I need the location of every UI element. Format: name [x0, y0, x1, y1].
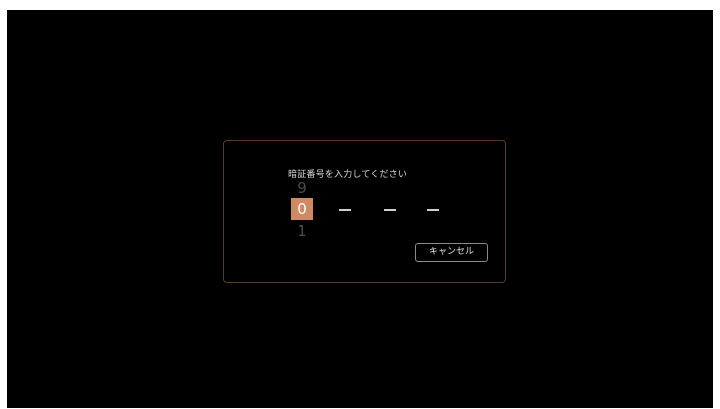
cancel-button[interactable]: キャンセル: [415, 243, 488, 262]
digit-placeholder-3: [384, 209, 396, 211]
tv-screen: 暗証番号を入力してください 9 0 1 キャンセル: [7, 10, 713, 408]
pin-entry-dialog: 暗証番号を入力してください 9 0 1 キャンセル: [223, 140, 506, 283]
digit-placeholder-2: [339, 209, 351, 211]
digit-option-previous: 9: [297, 179, 307, 197]
digit-selected[interactable]: 0: [291, 198, 313, 220]
digit-picker-1[interactable]: 9 0 1: [291, 179, 313, 240]
digit-option-next: 1: [297, 222, 307, 240]
digit-placeholder-4: [427, 209, 439, 211]
